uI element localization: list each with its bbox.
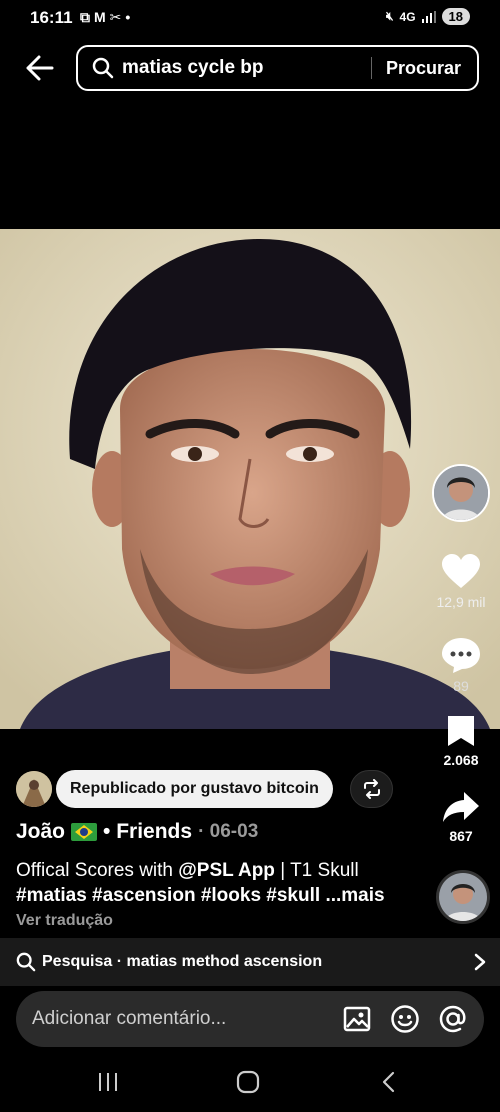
reposter-avatar[interactable]: [16, 771, 52, 807]
image-picker-button[interactable]: [340, 1002, 374, 1036]
caption-line-1: Offical Scores with @PSL App | T1 Skull: [16, 858, 426, 883]
music-disc-image: [439, 873, 487, 921]
signal-icon: [421, 10, 436, 23]
screenshot-icon: ⧉: [80, 9, 90, 25]
image-icon: [343, 1006, 371, 1032]
status-bar: 16:11 ⧉ M ✂ • 🔇︎ 4G 18: [0, 0, 500, 38]
repost-button[interactable]: [350, 770, 393, 808]
status-time: 16:11: [30, 8, 73, 27]
reposter-avatar-image: [16, 771, 52, 807]
system-back-button[interactable]: [368, 1068, 408, 1096]
share-button[interactable]: 867: [426, 790, 496, 844]
recent-apps-button[interactable]: [88, 1068, 128, 1096]
caption-line-2: #matias #ascension #looks #skull ...mais: [16, 883, 426, 908]
mention-button[interactable]: [436, 1002, 470, 1036]
search-icon: [92, 57, 114, 79]
mute-icon: 🔇︎: [385, 9, 394, 23]
chevron-right-icon: [474, 953, 486, 971]
search-submit-button[interactable]: Procurar: [386, 58, 461, 79]
network-label: 4G: [399, 9, 416, 24]
emoji-icon: [391, 1005, 419, 1033]
sticker-button[interactable]: [388, 1002, 422, 1036]
comment-count: 89: [453, 678, 469, 694]
author-line: João • Friends · 06-03: [16, 820, 258, 844]
search-box[interactable]: matias cycle bp Procurar: [76, 45, 479, 91]
like-button[interactable]: 12,9 mil: [426, 554, 496, 610]
video-player[interactable]: [0, 229, 500, 729]
related-search-bar[interactable]: Pesquisa · matias method ascension: [0, 938, 500, 986]
search-icon: [16, 952, 36, 972]
more-button[interactable]: ...mais: [325, 885, 384, 906]
comment-icon: [442, 638, 480, 673]
comment-input-bar[interactable]: Adicionar comentário...: [16, 991, 484, 1047]
repost-icon: [363, 779, 380, 799]
back-arrow-icon: [26, 55, 54, 81]
post-caption[interactable]: Offical Scores with @PSL App | T1 Skull …: [16, 858, 426, 908]
share-count: 867: [449, 828, 473, 844]
recent-apps-icon: [99, 1073, 117, 1091]
bookmark-icon: [448, 716, 474, 746]
related-search-label: Pesquisa · matias method ascension: [42, 953, 323, 970]
like-count: 12,9 mil: [436, 594, 486, 610]
search-divider: [370, 57, 372, 79]
video-frame-image: [0, 229, 500, 729]
translate-link[interactable]: Ver tradução: [16, 912, 113, 930]
caption-text: Offical Scores with: [16, 860, 179, 881]
favorite-button[interactable]: 2.068: [426, 714, 496, 768]
music-disc-avatar[interactable]: [436, 870, 490, 924]
share-arrow-icon: [443, 792, 479, 822]
notification-icons: ⧉ M ✂ •: [80, 9, 130, 26]
comment-button[interactable]: 89: [426, 636, 496, 694]
gmail-icon: M: [94, 9, 106, 25]
brazil-flag-icon: [71, 823, 98, 841]
favorite-count: 2.068: [443, 752, 479, 768]
battery-indicator: 18: [441, 8, 470, 25]
dot-icon: •: [125, 9, 131, 25]
chevron-left-icon: [382, 1071, 395, 1093]
creator-avatar[interactable]: [432, 464, 490, 522]
caption-suffix: | T1 Skull: [274, 860, 359, 881]
at-sign-icon: [439, 1005, 466, 1033]
system-nav-bar: [0, 1050, 500, 1112]
author-relation: • Friends: [103, 820, 193, 843]
comment-input[interactable]: Adicionar comentário...: [32, 1008, 340, 1030]
author-name[interactable]: João: [16, 820, 65, 844]
back-button[interactable]: [22, 50, 58, 86]
post-date: · 06-03: [198, 821, 259, 842]
avatar-image: [434, 466, 488, 520]
home-icon: [236, 1070, 260, 1094]
home-button[interactable]: [228, 1068, 268, 1096]
heart-icon: [442, 554, 480, 588]
capcut-icon: ✂: [109, 9, 122, 25]
repost-label[interactable]: Republicado por gustavo bitcoin: [56, 770, 333, 808]
search-input[interactable]: matias cycle bp: [122, 57, 371, 79]
status-right-icons: 🔇︎ 4G 18: [386, 8, 470, 25]
caption-hashtags[interactable]: #matias #ascension #looks #skull: [16, 885, 320, 906]
caption-mention[interactable]: @PSL App: [178, 860, 275, 881]
